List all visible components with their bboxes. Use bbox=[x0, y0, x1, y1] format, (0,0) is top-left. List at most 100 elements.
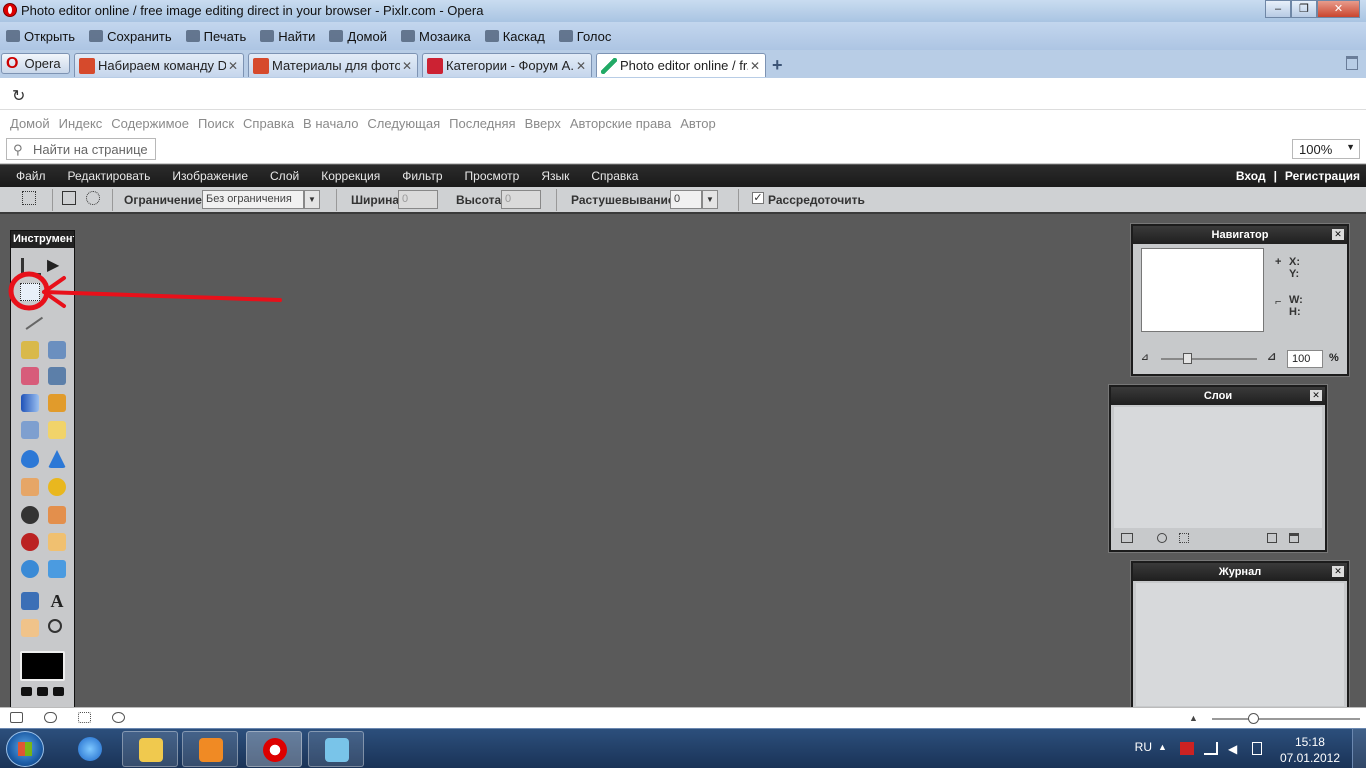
menu-image[interactable]: Изображение bbox=[172, 169, 248, 183]
menu-file[interactable]: Файл bbox=[16, 169, 46, 183]
link-author[interactable]: Автор bbox=[680, 116, 716, 131]
speed-dial-icon[interactable] bbox=[112, 712, 125, 723]
new-tab-button[interactable]: + bbox=[772, 55, 783, 76]
chevron-down-icon[interactable]: ▼ bbox=[304, 190, 320, 209]
link-last[interactable]: Последняя bbox=[449, 116, 515, 131]
zoom-value-input[interactable]: 100 bbox=[1287, 350, 1323, 368]
menu-edit[interactable]: Редактировать bbox=[68, 169, 151, 183]
zoom-slider-track[interactable] bbox=[1161, 358, 1257, 360]
menu-view[interactable]: Просмотр bbox=[465, 169, 520, 183]
taskbar-opera[interactable] bbox=[246, 731, 302, 767]
antialias-checkbox[interactable]: ✓ bbox=[752, 192, 764, 204]
toolbar-cascade-button[interactable]: Каскад bbox=[484, 29, 545, 44]
link-up[interactable]: Вверх bbox=[525, 116, 561, 131]
brush-tool-icon[interactable] bbox=[48, 341, 66, 359]
delete-layer-icon[interactable] bbox=[1289, 533, 1299, 543]
menu-filter[interactable]: Фильтр bbox=[402, 169, 442, 183]
pinch-tool-icon[interactable] bbox=[48, 560, 66, 578]
link-search[interactable]: Поиск bbox=[198, 116, 234, 131]
smudge-tool-icon[interactable] bbox=[21, 478, 39, 496]
taskbar-media-player[interactable] bbox=[182, 731, 238, 767]
pencil-tool-icon[interactable] bbox=[21, 341, 39, 359]
blur-tool-icon[interactable] bbox=[21, 450, 39, 468]
close-icon[interactable]: ✕ bbox=[1332, 566, 1344, 577]
show-desktop-button[interactable] bbox=[1352, 729, 1366, 768]
preset-icon[interactable] bbox=[21, 687, 32, 696]
tab-3[interactable]: Категории - Форум А... ✕ bbox=[422, 53, 592, 77]
gradient-tool-icon[interactable] bbox=[21, 394, 39, 412]
share-icon[interactable] bbox=[78, 712, 91, 723]
link-copyright[interactable]: Авторские права bbox=[570, 116, 671, 131]
dodge-tool-icon[interactable] bbox=[21, 506, 39, 524]
ellipse-mode-icon[interactable] bbox=[86, 191, 100, 205]
red-eye-tool-icon[interactable] bbox=[21, 533, 39, 551]
color-replace-tool-icon[interactable] bbox=[21, 421, 39, 439]
menu-language[interactable]: Язык bbox=[541, 169, 569, 183]
toolbar-voice-button[interactable]: Голос bbox=[558, 29, 611, 44]
close-tab-icon[interactable]: ✕ bbox=[574, 59, 588, 73]
link-index[interactable]: Индекс bbox=[59, 116, 103, 131]
opera-menu-button[interactable]: O Opera bbox=[1, 53, 70, 74]
reload-icon[interactable]: ↻ bbox=[12, 86, 25, 106]
zoom-out-icon[interactable]: ⊿ bbox=[1141, 352, 1149, 363]
close-icon[interactable]: ✕ bbox=[1332, 229, 1344, 240]
show-hidden-icons[interactable]: ▲ bbox=[1158, 742, 1172, 755]
zoom-tool-icon[interactable] bbox=[48, 619, 62, 633]
new-layer-icon[interactable] bbox=[1267, 533, 1277, 543]
toolbar-home-button[interactable]: Домой bbox=[329, 29, 387, 44]
menu-adjustment[interactable]: Коррекция bbox=[321, 169, 380, 183]
menu-layer[interactable]: Слой bbox=[270, 169, 299, 183]
navigator-thumbnail[interactable] bbox=[1141, 248, 1264, 332]
foreground-color-swatch[interactable] bbox=[20, 651, 65, 681]
link-home[interactable]: Домой bbox=[10, 116, 50, 131]
toolbar-find-button[interactable]: Найти bbox=[260, 29, 315, 44]
chevron-down-icon[interactable]: ▼ bbox=[702, 190, 718, 209]
eraser-tool-icon[interactable] bbox=[21, 367, 39, 385]
clone-stamp-tool-icon[interactable] bbox=[48, 394, 66, 412]
close-tab-icon[interactable]: ✕ bbox=[400, 59, 414, 73]
type-tool-icon[interactable]: A bbox=[48, 592, 66, 610]
layers-list[interactable] bbox=[1114, 407, 1322, 528]
panel-toggle-icon[interactable] bbox=[10, 712, 23, 723]
preset-icon[interactable] bbox=[53, 687, 64, 696]
burn-tool-icon[interactable] bbox=[48, 506, 66, 524]
close-tab-icon[interactable]: ✕ bbox=[748, 59, 762, 73]
close-tab-icon[interactable]: ✕ bbox=[226, 59, 240, 73]
arrow-up-icon[interactable]: ▲ bbox=[1189, 713, 1198, 723]
taskbar-explorer[interactable] bbox=[122, 731, 178, 767]
color-picker-tool-icon[interactable] bbox=[21, 592, 39, 610]
link-contents[interactable]: Содержимое bbox=[111, 116, 189, 131]
toolbar-open-button[interactable]: Открыть bbox=[6, 29, 75, 44]
layer-mask-icon[interactable] bbox=[1157, 533, 1167, 543]
find-in-page-input[interactable]: ⚲ Найти на странице bbox=[6, 138, 156, 160]
menu-help[interactable]: Справка bbox=[591, 169, 638, 183]
link-help[interactable]: Справка bbox=[243, 116, 294, 131]
preset-icon[interactable] bbox=[37, 687, 48, 696]
start-button[interactable] bbox=[6, 731, 44, 767]
toolbar-tile-button[interactable]: Мозаика bbox=[400, 29, 471, 44]
history-list[interactable] bbox=[1136, 583, 1344, 706]
tab-1[interactable]: Набираем команду D... ✕ bbox=[74, 53, 244, 77]
close-icon[interactable]: ✕ bbox=[1310, 390, 1322, 401]
volume-icon[interactable]: ◀ bbox=[1228, 742, 1242, 756]
battery-icon[interactable] bbox=[1252, 742, 1262, 755]
clock[interactable]: 15:18 07.01.2012 bbox=[1280, 734, 1340, 766]
zoom-slider-knob[interactable] bbox=[1183, 353, 1192, 364]
drawing-tool-icon[interactable] bbox=[48, 421, 66, 439]
magic-wand-tool-icon[interactable] bbox=[20, 310, 44, 330]
hand-tool-icon[interactable] bbox=[21, 619, 39, 637]
zoom-select[interactable]: 100% ▼ bbox=[1292, 139, 1360, 159]
link-top[interactable]: В начало bbox=[303, 116, 358, 131]
bloat-tool-icon[interactable] bbox=[21, 560, 39, 578]
paint-bucket-tool-icon[interactable] bbox=[48, 367, 66, 385]
taskbar-camera-app[interactable] bbox=[308, 731, 364, 767]
spot-heal-tool-icon[interactable] bbox=[48, 533, 66, 551]
close-window-button[interactable]: ✕ bbox=[1317, 0, 1360, 18]
language-indicator[interactable]: RU bbox=[1135, 740, 1152, 754]
rect-mode-icon[interactable] bbox=[62, 191, 76, 205]
crop-tool-icon[interactable] bbox=[21, 258, 41, 276]
register-link[interactable]: Регистрация bbox=[1285, 169, 1360, 183]
toolbar-save-button[interactable]: Сохранить bbox=[89, 29, 172, 44]
flag-icon[interactable] bbox=[1180, 742, 1194, 755]
cloud-icon[interactable] bbox=[44, 712, 57, 723]
